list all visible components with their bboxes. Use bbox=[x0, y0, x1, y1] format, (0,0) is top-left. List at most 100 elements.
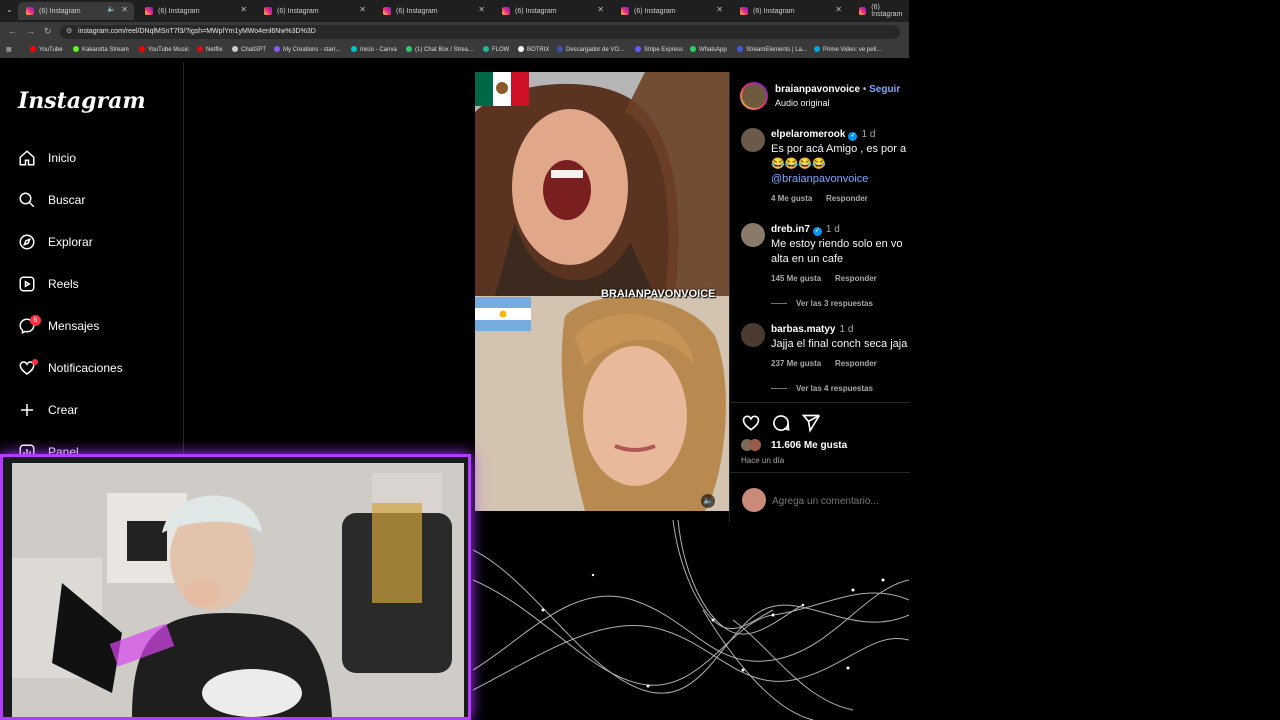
tab-title: (6) Instagram bbox=[39, 7, 81, 15]
bookmark[interactable]: YouTube bbox=[30, 46, 63, 53]
browser-tab-bar: ⌄ (6) Instagram 🔈 ✕ (6) Instagram ✕ (6) Ins… bbox=[0, 0, 909, 22]
author-avatar[interactable] bbox=[740, 82, 768, 110]
bookmark[interactable]: YouTube Music bbox=[139, 46, 189, 53]
whatsapp-icon bbox=[690, 46, 696, 52]
my-avatar bbox=[742, 488, 766, 512]
instagram-favicon-icon bbox=[859, 7, 867, 15]
reply-button[interactable]: Responder bbox=[835, 274, 877, 283]
bookmark[interactable]: My Creations - starr... bbox=[274, 46, 340, 53]
reply-button[interactable]: Responder bbox=[826, 194, 868, 203]
bookmark[interactable]: Stripe Express bbox=[635, 46, 683, 53]
bookmark[interactable]: ChatGPT bbox=[232, 46, 266, 53]
reply-button[interactable]: Responder bbox=[835, 359, 877, 368]
reload-icon[interactable]: ↻ bbox=[44, 26, 52, 37]
instagram-logo[interactable]: Instagram bbox=[18, 88, 146, 114]
comment-likes[interactable]: 145 Me gusta bbox=[771, 274, 821, 283]
browser-tab[interactable]: (6) Instagram ✕ bbox=[613, 2, 729, 20]
sidebar-item-label: Crear bbox=[48, 403, 79, 417]
author-username[interactable]: braianpavonvoice bbox=[775, 84, 860, 95]
like-heart-icon[interactable] bbox=[741, 413, 761, 438]
browser-tab[interactable]: (6) Instagram ✕ bbox=[732, 2, 848, 20]
bookmark[interactable]: Kakarotta Stream bbox=[73, 46, 129, 53]
address-bar[interactable]: ⚙ instagram.com/reel/DNqlMSnT7f3/?igsh=M… bbox=[60, 25, 900, 39]
post-author[interactable]: braianpavonvoice • Seguir bbox=[775, 84, 900, 95]
bookmark[interactable]: (1) Chat Box / Strea... bbox=[406, 46, 473, 53]
kick-icon bbox=[73, 46, 79, 52]
sidebar-item-label: Mensajes bbox=[48, 319, 100, 333]
share-icon[interactable] bbox=[801, 413, 821, 438]
instagram-favicon-icon bbox=[740, 7, 748, 15]
bookmark[interactable]: Inicio - Canva bbox=[351, 46, 397, 53]
sidebar-item-mensajes[interactable]: 6 Mensajes bbox=[18, 314, 99, 338]
site-info-icon[interactable]: ⚙ bbox=[66, 25, 72, 39]
messenger-icon: 6 bbox=[18, 315, 41, 335]
avatar[interactable] bbox=[741, 223, 765, 247]
sidebar-item-explorar[interactable]: Explorar bbox=[18, 230, 93, 254]
forward-icon[interactable]: → bbox=[26, 26, 35, 36]
sidebar-item-notificaciones[interactable]: Notificaciones bbox=[18, 356, 123, 380]
comment-time: 1 d bbox=[839, 324, 854, 335]
close-tab-icon[interactable]: ✕ bbox=[597, 5, 604, 14]
view-replies-button[interactable]: Ver las 4 respuestas bbox=[771, 384, 873, 393]
video-frame-top bbox=[475, 72, 729, 297]
comment-mention[interactable]: @braianpavonvoice bbox=[771, 172, 868, 187]
volume-icon[interactable]: 🔈 bbox=[701, 494, 715, 508]
apps-grid-icon[interactable]: ▦ bbox=[6, 46, 12, 53]
follow-button[interactable]: Seguir bbox=[869, 84, 900, 95]
particle-wave-background bbox=[473, 520, 909, 720]
comment-likes[interactable]: 237 Me gusta bbox=[771, 359, 821, 368]
instagram-favicon-icon bbox=[621, 7, 629, 15]
close-tab-icon[interactable]: ✕ bbox=[716, 5, 723, 14]
comment-likes[interactable]: 4 Me gusta bbox=[771, 194, 812, 203]
bookmark[interactable]: Prime Video: ve pelí... bbox=[814, 46, 882, 53]
reel-video[interactable]: BRAIANPAVONVOICE 🔈 bbox=[475, 72, 729, 511]
tab-title: (6) Instagram bbox=[515, 7, 557, 15]
close-tab-icon[interactable]: ✕ bbox=[359, 5, 366, 14]
comment-author[interactable]: barbas.matyy 1 d bbox=[771, 324, 853, 335]
close-tab-icon[interactable]: ✕ bbox=[121, 5, 128, 14]
browser-tab[interactable]: (6) Instagram bbox=[851, 2, 909, 20]
sidebar-item-inicio[interactable]: Inicio bbox=[18, 146, 76, 170]
back-icon[interactable]: ← bbox=[8, 26, 17, 36]
tab-list-chevron-icon[interactable]: ⌄ bbox=[6, 5, 13, 14]
browser-tab[interactable]: (6) Instagram ✕ bbox=[137, 2, 253, 20]
webcam-overlay bbox=[0, 454, 471, 720]
view-replies-button[interactable]: Ver las 3 respuestas bbox=[771, 299, 873, 308]
bookmark[interactable]: WhatsApp bbox=[690, 46, 727, 53]
browser-tab[interactable]: (6) Instagram ✕ bbox=[256, 2, 372, 20]
plus-icon bbox=[18, 401, 36, 419]
divider bbox=[730, 402, 910, 403]
comment-icon[interactable] bbox=[771, 413, 791, 438]
sidebar-item-crear[interactable]: Crear bbox=[18, 398, 78, 422]
sidebar-item-label: Notificaciones bbox=[48, 361, 123, 375]
browser-tab[interactable]: (6) Instagram 🔈 ✕ bbox=[18, 2, 134, 20]
close-tab-icon[interactable]: ✕ bbox=[478, 5, 485, 14]
comment-author[interactable]: elpelaromerook ✓ 1 d bbox=[771, 129, 875, 141]
avatar[interactable] bbox=[741, 323, 765, 347]
bookmark[interactable]: Netflix bbox=[197, 46, 223, 53]
bookmark[interactable]: Descargador de VO... bbox=[557, 46, 624, 53]
audio-label[interactable]: Audio original bbox=[775, 98, 830, 108]
chatgpt-icon bbox=[232, 46, 238, 52]
tab-title: (6) Instagram bbox=[753, 7, 795, 15]
sidebar-item-reels[interactable]: Reels bbox=[18, 272, 79, 296]
sidebar-item-buscar[interactable]: Buscar bbox=[18, 188, 85, 212]
avatar[interactable] bbox=[741, 128, 765, 152]
mexico-flag-icon bbox=[475, 72, 529, 106]
tab-title: (6) Instagram bbox=[634, 7, 676, 15]
close-tab-icon[interactable]: ✕ bbox=[240, 5, 247, 14]
browser-tab[interactable]: (6) Instagram ✕ bbox=[494, 2, 610, 20]
sidebar-item-label: Explorar bbox=[48, 235, 93, 249]
close-tab-icon[interactable]: ✕ bbox=[835, 5, 842, 14]
likes-count[interactable]: 11.606 Me gusta bbox=[771, 440, 847, 451]
sidebar-item-label: Buscar bbox=[48, 193, 86, 207]
browser-tab[interactable]: (6) Instagram ✕ bbox=[375, 2, 491, 20]
add-comment-input[interactable] bbox=[770, 490, 910, 512]
bookmark[interactable]: FLOW bbox=[483, 46, 509, 53]
bookmark[interactable]: StreamElements | La... bbox=[737, 46, 807, 53]
speaker-icon[interactable]: 🔈 bbox=[107, 5, 116, 13]
tab-title: (6) Instagram bbox=[158, 7, 200, 15]
bookmark[interactable]: BOTRIX bbox=[518, 46, 549, 53]
tab-title: (6) Instagram bbox=[871, 4, 903, 18]
comment-author[interactable]: dreb.in7 ✓ 1 d bbox=[771, 224, 840, 236]
